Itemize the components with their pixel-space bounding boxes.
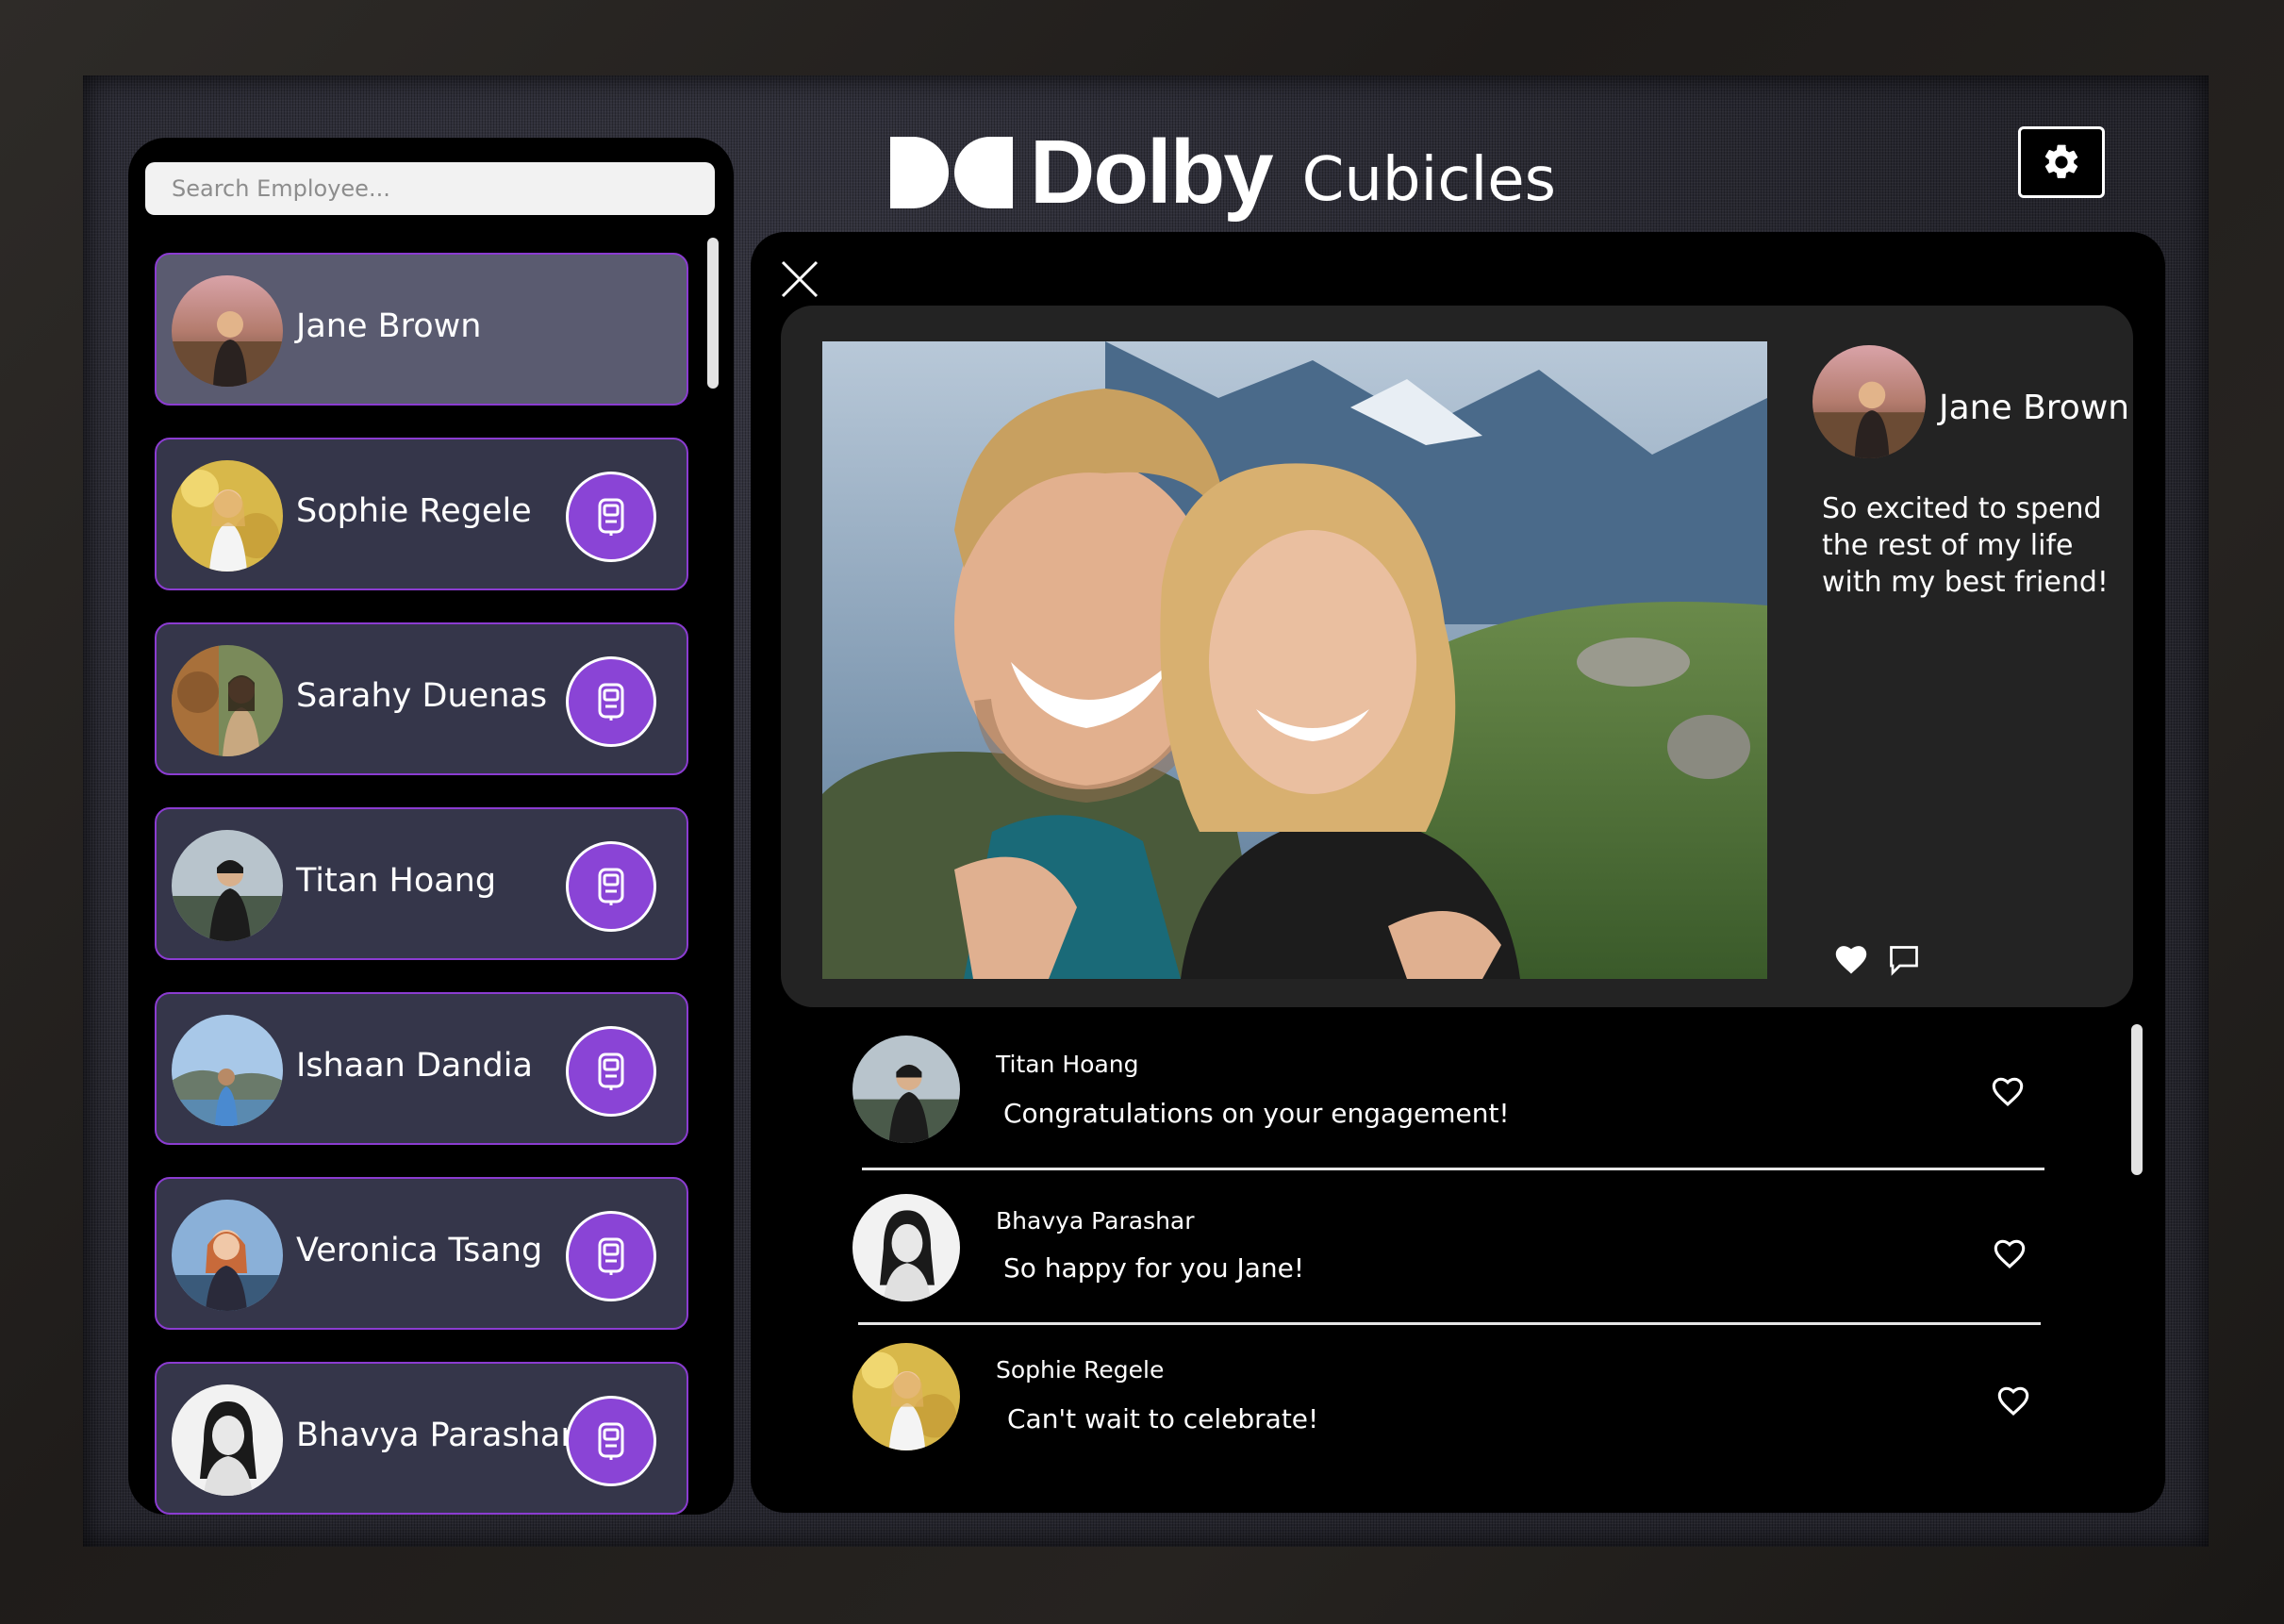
commenter-avatar[interactable]: [852, 1194, 960, 1301]
comment-icon[interactable]: [1886, 943, 1922, 977]
page-employee-button[interactable]: [566, 841, 656, 932]
employee-card-sarahy-duenas[interactable]: Sarahy Duenas: [155, 622, 688, 775]
avatar: [172, 830, 283, 941]
comment-item: Bhavya Parashar So happy for you Jane!: [852, 1194, 2050, 1301]
employee-name: Sarahy Duenas: [296, 677, 548, 715]
employee-name: Bhavya Parashar: [296, 1417, 574, 1454]
comment-divider: [858, 1322, 2041, 1325]
comment-author: Sophie Regele: [996, 1356, 1165, 1384]
pager-icon: [598, 868, 624, 905]
avatar: [172, 275, 283, 387]
avatar: [172, 1384, 283, 1496]
comment-author: Bhavya Parashar: [996, 1207, 1195, 1235]
avatar: [172, 1015, 283, 1126]
brand-name: Dolby: [1030, 122, 1274, 223]
avatar: [172, 1200, 283, 1311]
employee-list-scrollbar[interactable]: [707, 238, 719, 389]
post-detail-panel: Jane Brown So excited to spend the rest …: [751, 232, 2165, 1513]
pager-icon: [598, 1422, 624, 1460]
employee-sidebar: Jane Brown Sophie Regele Sarahy Duenas T…: [128, 138, 734, 1515]
heart-outline-icon[interactable]: [1990, 1075, 2026, 1107]
commenter-avatar[interactable]: [852, 1343, 960, 1450]
employee-name: Sophie Regele: [296, 492, 532, 530]
poster-avatar[interactable]: [1812, 345, 1926, 458]
comment-text: Congratulations on your engagement!: [1003, 1098, 1510, 1129]
comment-item: Titan Hoang Congratulations on your enga…: [852, 1036, 2050, 1143]
pager-icon: [598, 498, 624, 536]
comment-text: So happy for you Jane!: [1003, 1252, 1305, 1284]
employee-card-ishaan-dandia[interactable]: Ishaan Dandia: [155, 992, 688, 1145]
employee-name: Jane Brown: [296, 307, 482, 345]
product-name: Cubicles: [1301, 145, 1557, 215]
page-employee-button[interactable]: [566, 472, 656, 562]
post-photo: [822, 341, 1767, 979]
employee-card-bhavya-parashar[interactable]: Bhavya Parashar: [155, 1362, 688, 1515]
close-icon[interactable]: [779, 258, 820, 300]
heart-filled-icon[interactable]: [1833, 943, 1869, 975]
dolby-cubicles-logo: Dolby Cubicles: [890, 121, 1556, 224]
employee-card-veronica-tsang[interactable]: Veronica Tsang: [155, 1177, 688, 1330]
employee-name: Veronica Tsang: [296, 1232, 543, 1269]
comment-text: Can't wait to celebrate!: [1007, 1403, 1319, 1434]
avatar: [172, 645, 283, 756]
pager-icon: [598, 683, 624, 721]
page-employee-button[interactable]: [566, 1026, 656, 1117]
gear-icon: [2044, 144, 2078, 178]
pager-icon: [598, 1237, 624, 1275]
page-employee-button[interactable]: [566, 1211, 656, 1301]
comment-item: Sophie Regele Can't wait to celebrate!: [852, 1343, 2050, 1450]
employee-card-titan-hoang[interactable]: Titan Hoang: [155, 807, 688, 960]
employee-name: Titan Hoang: [296, 862, 497, 900]
post-caption: So excited to spend the rest of my life …: [1822, 492, 2109, 599]
avatar: [172, 460, 283, 572]
comment-divider: [862, 1168, 2044, 1170]
search-employee-input[interactable]: [145, 162, 715, 215]
settings-button[interactable]: [2018, 126, 2105, 198]
comment-author: Titan Hoang: [996, 1051, 1139, 1078]
poster-name[interactable]: Jane Brown: [1939, 389, 2129, 427]
page-employee-button[interactable]: [566, 1396, 656, 1486]
commenter-avatar[interactable]: [852, 1036, 960, 1143]
post-card: Jane Brown So excited to spend the rest …: [781, 306, 2133, 1007]
employee-name: Ishaan Dandia: [296, 1047, 533, 1085]
pager-icon: [598, 1052, 624, 1090]
dolby-logo-mark: [890, 137, 1013, 208]
page-employee-button[interactable]: [566, 656, 656, 747]
heart-outline-icon[interactable]: [1992, 1237, 2027, 1269]
heart-outline-icon[interactable]: [1995, 1384, 2031, 1417]
comments-scrollbar[interactable]: [2131, 1024, 2143, 1175]
employee-card-jane-brown[interactable]: Jane Brown: [155, 253, 688, 406]
employee-card-sophie-regele[interactable]: Sophie Regele: [155, 438, 688, 590]
